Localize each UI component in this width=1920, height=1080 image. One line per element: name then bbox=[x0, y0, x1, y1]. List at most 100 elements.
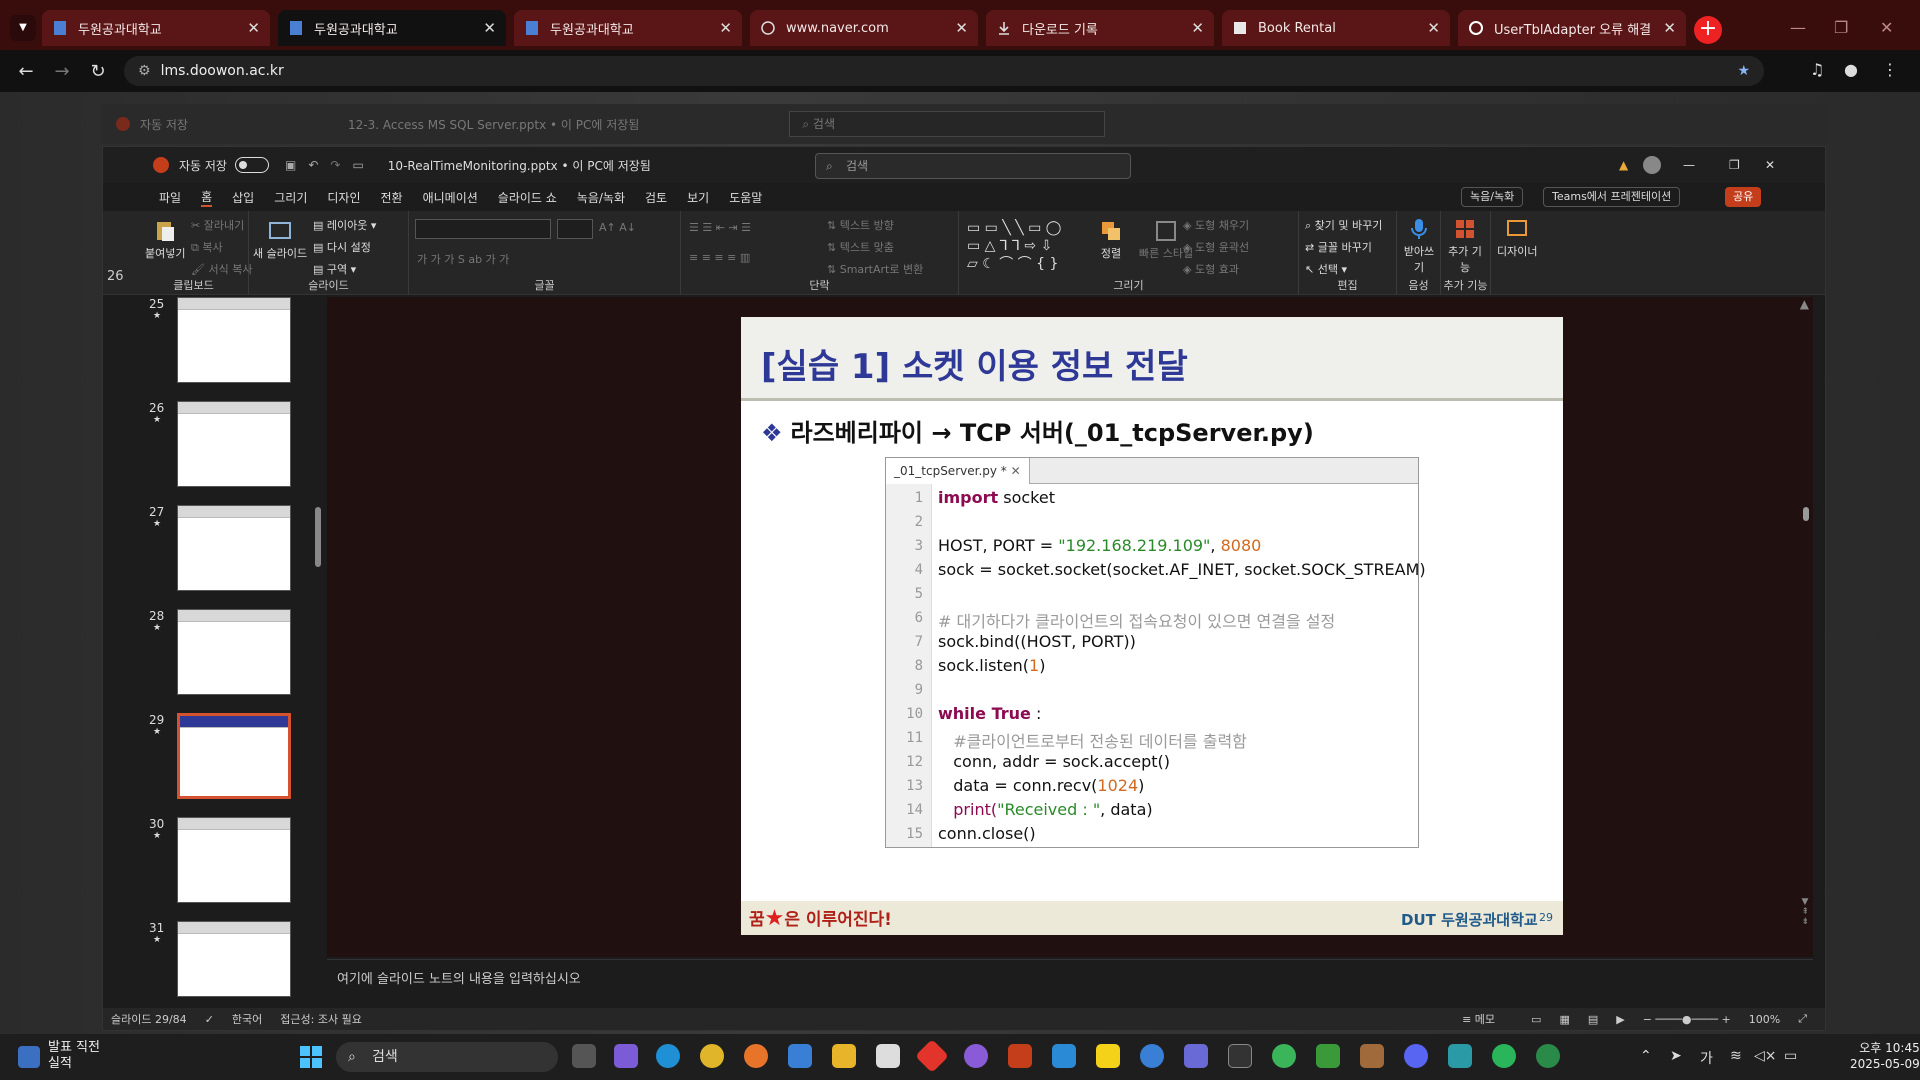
text-align-button[interactable]: ⇅ 텍스트 맞춤 bbox=[827, 239, 894, 255]
slide-thumbnail[interactable] bbox=[177, 921, 291, 997]
minimize-icon[interactable]: — bbox=[1790, 18, 1806, 37]
task-view-icon[interactable] bbox=[572, 1044, 596, 1068]
slide-thumbnail[interactable] bbox=[177, 817, 291, 903]
close-icon[interactable]: ✕ bbox=[1663, 19, 1676, 37]
section-button[interactable]: ▤ 구역 ▾ bbox=[313, 261, 356, 277]
browser-tab-active[interactable]: 두원공과대학교 ✕ bbox=[278, 10, 506, 46]
spellcheck-icon[interactable]: ✓ bbox=[205, 1013, 214, 1026]
scroll-up-icon[interactable]: ▲ bbox=[1800, 297, 1809, 311]
list-icons[interactable]: ☰ ☰ ⇤ ⇥ ☰ bbox=[689, 221, 751, 234]
slide-canvas[interactable]: [실습 1] 소켓 이용 정보 전달 ❖ 라즈베리파이 → TCP 서버(_01_… bbox=[741, 317, 1563, 935]
share-button[interactable]: 공유 bbox=[1725, 187, 1762, 207]
browser-tab[interactable]: UserTblAdapter 오류 해결 ✕ bbox=[1458, 10, 1686, 46]
close-icon[interactable]: ✕ bbox=[247, 19, 260, 37]
search-box[interactable]: ⌕ 검색 bbox=[815, 153, 1131, 179]
slide-thumbnail[interactable] bbox=[177, 401, 291, 487]
bookmark-star-icon[interactable]: ★ bbox=[1737, 63, 1750, 79]
dictate-button[interactable]: 받아쓰기 bbox=[1401, 217, 1437, 275]
maximize-icon[interactable]: ❐ bbox=[1834, 18, 1848, 37]
reset-button[interactable]: ▤ 다시 설정 bbox=[313, 239, 371, 255]
close-icon[interactable]: ✕ bbox=[1427, 19, 1440, 37]
slideshow-view-icon[interactable]: ▶ bbox=[1616, 1013, 1624, 1026]
app-icon[interactable] bbox=[1228, 1044, 1252, 1068]
browser-tab[interactable]: www.naver.com ✕ bbox=[750, 10, 978, 46]
app-icon[interactable] bbox=[1492, 1044, 1516, 1068]
search-box[interactable]: ⌕ 검색 bbox=[789, 111, 1106, 137]
font-family-select[interactable] bbox=[415, 219, 551, 239]
slide-thumbnail[interactable] bbox=[177, 505, 291, 591]
menu-transitions[interactable]: 전환 bbox=[380, 189, 402, 206]
thumbnail-scrollbar[interactable] bbox=[313, 297, 323, 997]
arrange-button[interactable]: 정렬 bbox=[1099, 219, 1123, 261]
copy-button[interactable]: ⧉ 복사 bbox=[191, 239, 223, 255]
app-icon[interactable] bbox=[1536, 1044, 1560, 1068]
mute-icon[interactable]: ◁× bbox=[1754, 1048, 1777, 1064]
select-button[interactable]: ↖ 선택 ▾ bbox=[1305, 261, 1347, 277]
menu-home[interactable]: 홈 bbox=[201, 188, 213, 207]
new-slide-button[interactable]: 새 슬라이드 bbox=[253, 219, 307, 261]
app-icon[interactable] bbox=[1140, 1044, 1164, 1068]
tray-expand-icon[interactable]: ⌃ bbox=[1640, 1048, 1652, 1064]
discord-icon[interactable] bbox=[1404, 1044, 1428, 1068]
designer-button[interactable]: 디자이너 bbox=[1497, 217, 1537, 259]
menu-draw[interactable]: 그리기 bbox=[274, 189, 307, 206]
shape-outline-button[interactable]: ◈ 도형 윤곽선 bbox=[1183, 239, 1249, 255]
redo-icon[interactable]: ↷ bbox=[330, 158, 340, 172]
format-painter-button[interactable]: 🖌 서식 복사 bbox=[191, 261, 252, 277]
maximize-icon[interactable]: ❐ bbox=[1729, 158, 1740, 172]
grow-font-icon[interactable]: A↑ A↓ bbox=[599, 221, 636, 234]
align-icons[interactable]: ≡ ≡ ≡ ≡ ▥ bbox=[689, 251, 750, 264]
vscode-icon[interactable] bbox=[1052, 1044, 1076, 1068]
background-powerpoint-window[interactable]: 자동 저장 12-3. Access MS SQL Server.pptx • … bbox=[102, 104, 1826, 144]
back-icon[interactable]: ← bbox=[8, 61, 44, 82]
app-icon[interactable] bbox=[915, 1039, 949, 1073]
powerpoint-taskbar-icon[interactable] bbox=[1008, 1044, 1032, 1068]
addins-button[interactable]: 추가 기능 bbox=[1447, 217, 1483, 275]
notes-toggle[interactable]: ≡ 메모 bbox=[1462, 1011, 1513, 1027]
menu-insert[interactable]: 삽입 bbox=[232, 189, 254, 206]
slide-thumbnail[interactable] bbox=[177, 297, 291, 383]
avatar[interactable] bbox=[1643, 156, 1661, 174]
close-icon[interactable]: ✕ bbox=[719, 19, 732, 37]
system-clock[interactable]: 오후 10:45 2025-05-09 bbox=[1850, 1040, 1920, 1072]
present-icon[interactable]: ▭ bbox=[352, 158, 363, 172]
music-icon[interactable] bbox=[964, 1044, 988, 1068]
copilot-icon[interactable] bbox=[614, 1044, 638, 1068]
app-icon[interactable] bbox=[1360, 1044, 1384, 1068]
chrome-icon[interactable] bbox=[700, 1044, 724, 1068]
cut-button[interactable]: ✂ 잘라내기 bbox=[191, 217, 244, 233]
font-style-icons[interactable]: 가 가 가 S ab 가 가 bbox=[417, 251, 509, 267]
menu-review[interactable]: 검토 bbox=[645, 189, 667, 206]
file-explorer-icon[interactable] bbox=[832, 1044, 856, 1068]
notepad-icon[interactable] bbox=[788, 1044, 812, 1068]
close-icon[interactable]: ✕ bbox=[1191, 19, 1204, 37]
slide-bullet[interactable]: ❖ 라즈베리파이 → TCP 서버(_01_tcpServer.py) bbox=[761, 413, 1314, 448]
layout-button[interactable]: ▤ 레이아웃 ▾ bbox=[313, 217, 376, 233]
minecraft-icon[interactable] bbox=[1316, 1044, 1340, 1068]
forward-icon[interactable]: → bbox=[44, 61, 80, 82]
save-icon[interactable]: ▣ bbox=[285, 158, 296, 172]
find-button[interactable]: ⌕ 찾기 및 바꾸기 bbox=[1305, 217, 1382, 233]
fit-slide-icon[interactable]: ⤢ bbox=[1798, 1012, 1807, 1026]
accessibility-status[interactable]: 접근성: 조사 필요 bbox=[280, 1011, 362, 1027]
warning-icon[interactable]: ▲ bbox=[1619, 158, 1628, 172]
zoom-level[interactable]: 100% bbox=[1749, 1013, 1780, 1026]
close-icon[interactable]: ✕ bbox=[1765, 158, 1775, 172]
prev-next-slide-icons[interactable]: ▼ ⇞ ⇟ bbox=[1801, 897, 1809, 927]
teams-present-button[interactable]: Teams에서 프레젠테이션 bbox=[1543, 187, 1681, 207]
notification-app-icon[interactable] bbox=[18, 1046, 40, 1068]
address-bar[interactable]: ⚙ lms.doowon.ac.kr ★ bbox=[124, 56, 1764, 86]
shapes-gallery[interactable]: ▭ ▭ ╲ ╲ ▭ ◯ ▭ △ ⅂ ⅂ ⇨ ⇩ ▱ ☾ ⌒ ⌒ { } bbox=[967, 219, 1061, 273]
slide-title[interactable]: [실습 1] 소켓 이용 정보 전달 bbox=[761, 339, 1188, 388]
menu-animations[interactable]: 애니메이션 bbox=[423, 189, 478, 206]
browser-tab[interactable]: 다운로드 기록 ✕ bbox=[986, 10, 1214, 46]
slide-thumbnail-selected[interactable] bbox=[177, 713, 291, 799]
menu-dots-icon[interactable]: ⋮ bbox=[1882, 60, 1898, 79]
menu-view[interactable]: 보기 bbox=[687, 189, 709, 206]
record-button[interactable]: 녹음/녹화 bbox=[1461, 187, 1524, 207]
smartart-button[interactable]: ⇅ SmartArt로 변환 bbox=[827, 261, 923, 277]
normal-view-icon[interactable]: ▭ bbox=[1531, 1013, 1541, 1026]
file-name[interactable]: 10-RealTimeMonitoring.pptx • 이 PC에 저장됨 bbox=[388, 157, 651, 174]
close-icon[interactable]: ✕ bbox=[955, 19, 968, 37]
taskbar-notice[interactable]: 발표 직전 실적 bbox=[48, 1040, 100, 1072]
